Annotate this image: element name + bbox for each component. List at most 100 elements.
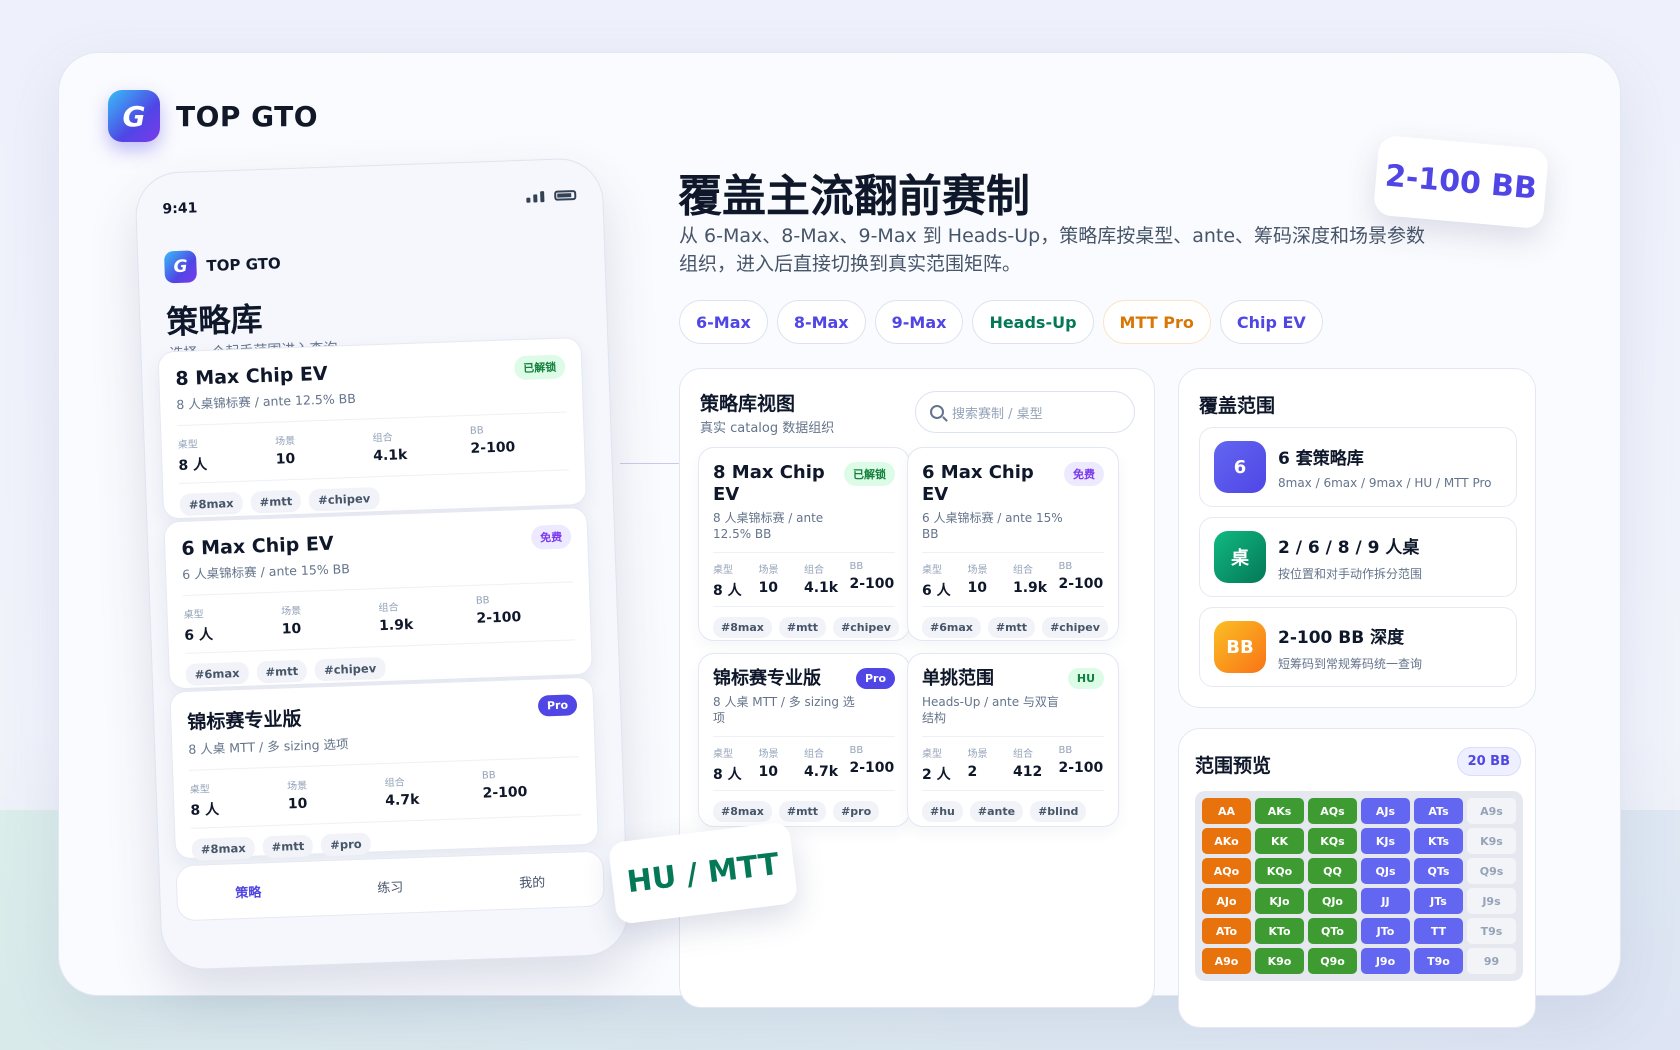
range-cell[interactable]: K9s: [1467, 828, 1516, 854]
stat-item: BB 2-100: [476, 592, 575, 634]
tag-chip[interactable]: #mtt: [250, 489, 302, 514]
tag-chip[interactable]: #8max: [191, 836, 256, 861]
tag-chip[interactable]: #mtt: [987, 617, 1036, 638]
range-cell[interactable]: KJs: [1361, 828, 1410, 854]
range-cell[interactable]: KTo: [1255, 918, 1304, 944]
stat-item: 场景 10: [968, 561, 1014, 600]
range-cell[interactable]: 99: [1467, 948, 1516, 974]
range-cell[interactable]: ATo: [1202, 918, 1251, 944]
nav-profile[interactable]: 我的: [519, 871, 546, 891]
stack-depth-badge[interactable]: 20 BB: [1456, 747, 1521, 776]
range-cell[interactable]: QTs: [1414, 858, 1463, 884]
stat-key: 组合: [384, 777, 405, 790]
range-cell[interactable]: J9o: [1361, 948, 1410, 974]
range-cell[interactable]: J9s: [1467, 888, 1516, 914]
connector-line: [620, 463, 680, 464]
stat-key: BB: [849, 561, 864, 572]
stat-value: 4.1k: [804, 580, 839, 596]
range-cell[interactable]: QJs: [1361, 858, 1410, 884]
range-cell[interactable]: AQo: [1202, 858, 1251, 884]
range-cell[interactable]: A9o: [1202, 948, 1251, 974]
coverage-panel: 覆盖范围 6 6 套策略库 8max / 6max / 9max / HU / M…: [1178, 368, 1536, 708]
library-card[interactable]: 锦标赛专业版 8 人桌 MTT / 多 sizing 选项 Pro 桌型 8 人 场景 10…: [698, 653, 910, 827]
stat-key: 场景: [758, 565, 779, 576]
range-cell[interactable]: KQs: [1308, 828, 1357, 854]
tag-chip[interactable]: #6max: [185, 661, 249, 686]
range-cell[interactable]: JJ: [1361, 888, 1410, 914]
library-card[interactable]: 6 Max Chip EV 6 人桌锦标赛 / ante 15% BB 免费 桌型 6 …: [907, 447, 1119, 641]
tag-chip[interactable]: #chipev: [308, 487, 380, 512]
coverage-item-libraries: 6 6 套策略库 8max / 6max / 9max / HU / MTT Pr…: [1199, 427, 1517, 507]
tag-chip[interactable]: #chipev: [833, 617, 899, 638]
library-card[interactable]: 单挑范围 Heads-Up / ante 与双盲结构 HU 桌型 2 人 场景 2 组合 412…: [907, 653, 1119, 827]
tag-chip[interactable]: #mtt: [262, 834, 314, 859]
tag-chip[interactable]: #chipev: [1042, 617, 1108, 638]
range-cell[interactable]: KK: [1255, 828, 1304, 854]
library-card[interactable]: 8 Max Chip EV 8 人桌锦标赛 / ante 12.5% BB 已解锁桌…: [698, 447, 910, 641]
range-cell[interactable]: JTo: [1361, 918, 1410, 944]
tag-chip[interactable]: #8max: [179, 491, 243, 517]
chip-heads-up[interactable]: Heads-Up: [972, 300, 1094, 344]
chip-6max[interactable]: 6-Max: [679, 300, 768, 344]
tag-chip[interactable]: #blind: [1030, 801, 1087, 822]
range-cell[interactable]: KJo: [1255, 888, 1304, 914]
chip-8max[interactable]: 8-Max: [776, 300, 866, 344]
strategy-card[interactable]: 8 Max Chip EV 8 人桌锦标赛 / ante 12.5% BB 已解锁桌…: [157, 336, 588, 520]
tag-chip[interactable]: #mtt: [778, 801, 827, 822]
phone-brand: G TOP GTO: [163, 247, 281, 284]
stat-key: BB: [1058, 561, 1073, 572]
nav-practice[interactable]: 练习: [377, 876, 404, 896]
range-cell[interactable]: ATs: [1414, 798, 1463, 824]
card-title: 锦标赛专业版: [187, 707, 302, 734]
chip-9max[interactable]: 9-Max: [874, 300, 964, 344]
nav-strategy[interactable]: 策略: [235, 881, 262, 901]
range-cell[interactable]: QQ: [1308, 858, 1357, 884]
tag-chip[interactable]: #pro: [833, 801, 880, 822]
chip-chip-ev[interactable]: Chip EV: [1219, 300, 1323, 344]
range-cell[interactable]: T9o: [1414, 948, 1463, 974]
tag-chip[interactable]: #hu: [922, 801, 963, 822]
coverage-main: 2 / 6 / 8 / 9 人桌: [1278, 537, 1420, 558]
stat-item: 场景 10: [275, 429, 374, 471]
range-cell[interactable]: T9s: [1467, 918, 1516, 944]
stat-key: 组合: [804, 565, 824, 576]
range-cell[interactable]: KTs: [1414, 828, 1463, 854]
stat-key: BB: [1058, 745, 1073, 756]
stat-item: 场景 10: [287, 774, 386, 816]
range-cell[interactable]: AQs: [1308, 798, 1357, 824]
range-cell[interactable]: A9s: [1467, 798, 1516, 824]
stat-key: 组合: [372, 432, 393, 445]
tag-chip[interactable]: #8max: [713, 801, 772, 822]
tag-chip[interactable]: #mtt: [256, 659, 308, 684]
range-cell[interactable]: KQo: [1255, 858, 1304, 884]
tag-chip[interactable]: #chipev: [314, 656, 386, 682]
chip-mtt-pro[interactable]: MTT Pro: [1102, 300, 1211, 344]
range-cell[interactable]: Q9s: [1467, 858, 1516, 884]
stat-item: BB 2-100: [1059, 561, 1105, 600]
range-cell[interactable]: AKs: [1255, 798, 1304, 824]
tag-chip[interactable]: #8max: [713, 617, 772, 638]
range-cell[interactable]: QTo: [1308, 918, 1357, 944]
range-cell[interactable]: AJo: [1202, 888, 1251, 914]
stat-item: 场景 2: [968, 745, 1014, 784]
range-cell[interactable]: AA: [1202, 798, 1251, 824]
coverage-title: 覆盖范围: [1199, 395, 1276, 417]
tag-chip[interactable]: #pro: [320, 832, 372, 857]
tag-chip[interactable]: #6max: [922, 617, 981, 638]
search-input[interactable]: 搜索赛制 / 桌型: [915, 391, 1135, 433]
range-cell[interactable]: TT: [1414, 918, 1463, 944]
range-cell[interactable]: JTs: [1414, 888, 1463, 914]
range-cell[interactable]: K9o: [1255, 948, 1304, 974]
tag-chip[interactable]: #ante: [969, 801, 1024, 822]
strategy-card[interactable]: 6 Max Chip EV 6 人桌锦标赛 / ante 15% BB 免费 桌型 6 …: [163, 506, 593, 690]
range-cell[interactable]: Q9o: [1308, 948, 1357, 974]
range-cell[interactable]: QJo: [1308, 888, 1357, 914]
stat-value: 2-100: [470, 439, 516, 457]
range-cell[interactable]: AKo: [1202, 828, 1251, 854]
strategy-card[interactable]: 锦标赛专业版 8 人桌 MTT / 多 sizing 选项 Pro 桌型 8 人 场景 10…: [169, 676, 599, 861]
brand-name: TOP GTO: [176, 99, 319, 133]
range-cell[interactable]: AJs: [1361, 798, 1410, 824]
stat-item: BB 2-100: [850, 561, 896, 600]
tag-chip[interactable]: #mtt: [778, 617, 827, 638]
table-icon: 桌: [1214, 531, 1266, 583]
